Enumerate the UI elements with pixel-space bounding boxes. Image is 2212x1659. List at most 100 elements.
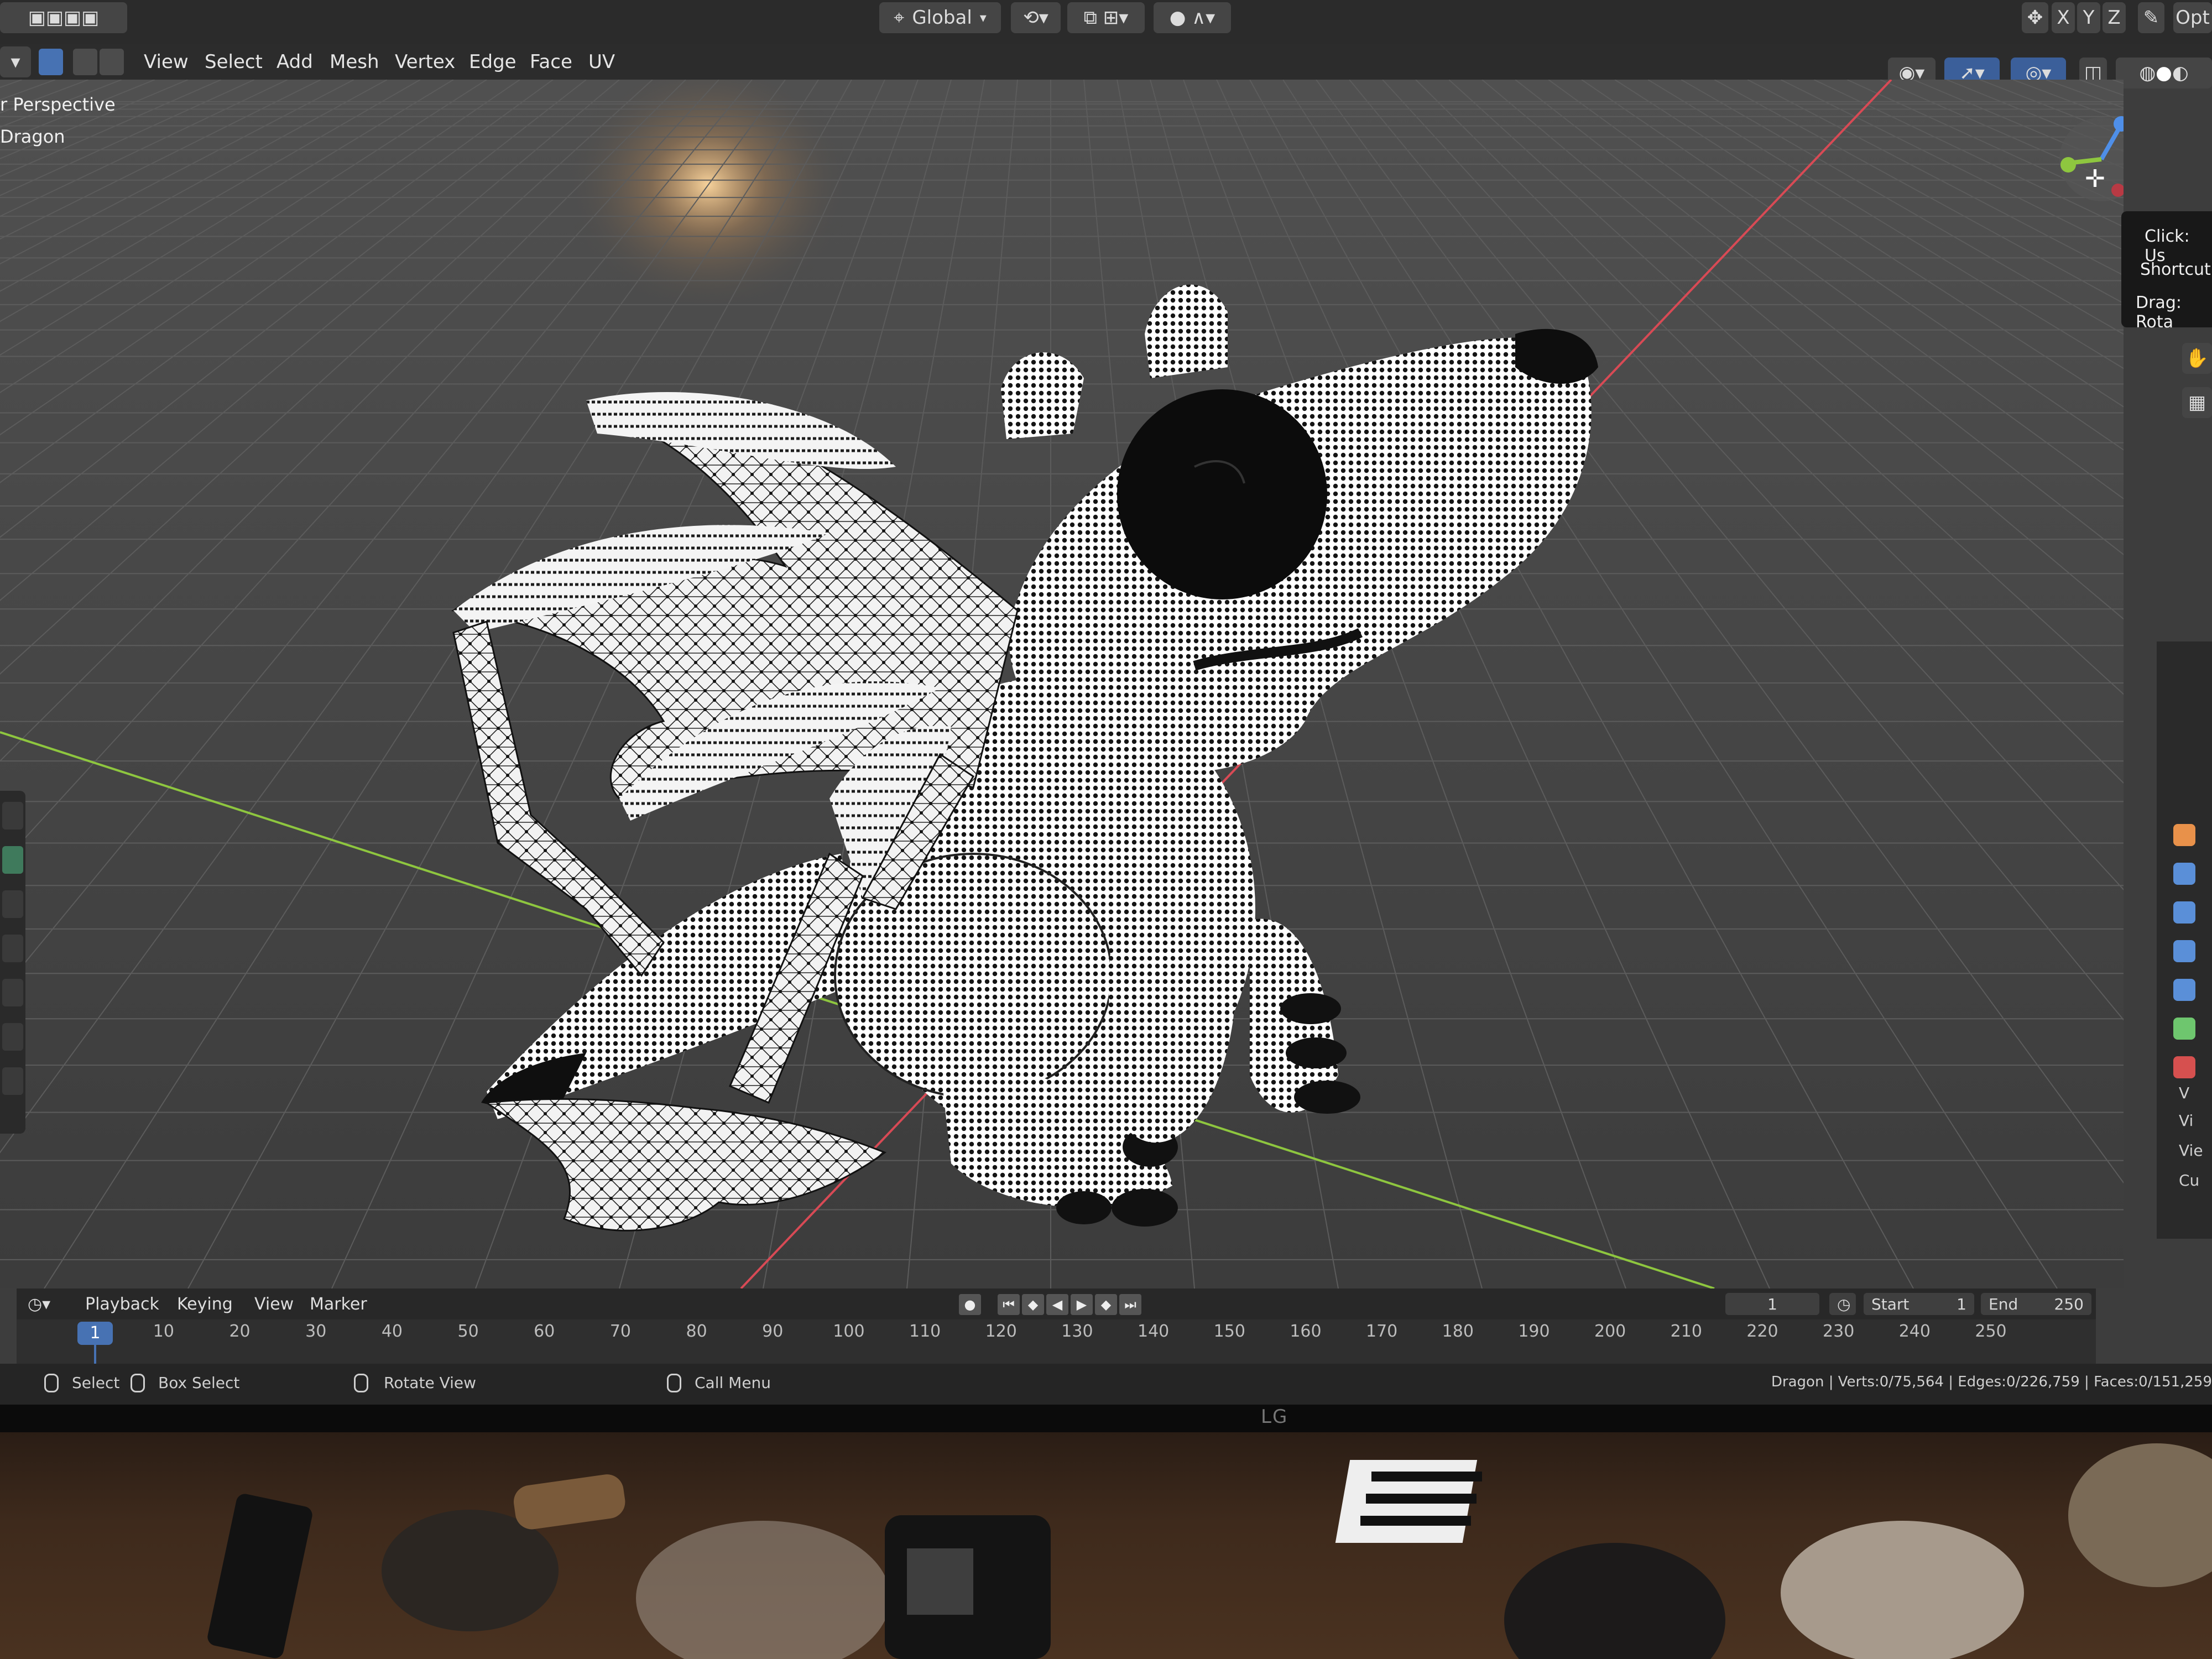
menu-view[interactable]: View [138, 46, 194, 77]
particles-properties-icon[interactable] [2173, 901, 2195, 924]
timeline-menu-keying[interactable]: Keying [177, 1293, 233, 1315]
timeline-tick-label: 200 [1594, 1322, 1626, 1341]
camera-view-icon[interactable]: ✋ [2182, 343, 2212, 374]
timeline-tick-label: 30 [305, 1322, 327, 1341]
menu-edge[interactable]: Edge [463, 46, 522, 77]
measure-tool-icon[interactable] [2, 846, 23, 874]
panel-item-3[interactable]: Vie [2179, 1141, 2203, 1160]
constraints-properties-icon[interactable] [2173, 979, 2195, 1001]
knife-tool-icon[interactable] [2, 1067, 23, 1095]
loop-cut-tool-icon[interactable] [2, 1023, 23, 1051]
panel-item-4[interactable]: Cu [2179, 1171, 2199, 1190]
menu-uv[interactable]: UV [583, 46, 620, 77]
snap-toggle[interactable]: ⧉ ⊞▾ [1067, 2, 1145, 33]
proportional-editing-toggle[interactable]: ● ∧▾ [1154, 2, 1231, 33]
timeline-tick-label: 170 [1365, 1322, 1398, 1341]
material-properties-icon[interactable] [2173, 1056, 2195, 1078]
current-frame-field[interactable]: 1 [1725, 1293, 1819, 1315]
next-keyframe-button[interactable]: ◆ [1095, 1294, 1117, 1315]
menu-face[interactable]: Face [524, 46, 578, 77]
menu-select[interactable]: Select [199, 46, 268, 77]
menu-add[interactable]: Add [271, 46, 319, 77]
mirror-x-toggle[interactable]: X [2052, 2, 2075, 33]
extrude-tool-icon[interactable] [2, 890, 23, 918]
timeline-editor: ◷▾ Playback Keying View Marker ● ⏮ ◆ ◀ ▶… [17, 1288, 2096, 1364]
gizmo-y-handle[interactable] [2060, 157, 2076, 173]
pivot-point-dropdown[interactable]: ⟲▾ [1011, 2, 1061, 33]
end-frame-label: End [1989, 1295, 2018, 1313]
monitor-bezel [0, 1405, 2212, 1432]
desk-surface [0, 1432, 2212, 1659]
timeline-tick-label: 190 [1518, 1322, 1550, 1341]
annotate-tool-icon[interactable] [2, 802, 23, 830]
shading-modes[interactable]: ◍ ● ◐ [2116, 58, 2212, 88]
tooltip-shortcut-text: Shortcut: [2140, 260, 2212, 279]
current-frame-indicator[interactable]: 1 [77, 1322, 113, 1345]
mirror-z-toggle[interactable]: Z [2103, 2, 2126, 33]
timeline-tick-label: 240 [1898, 1322, 1931, 1341]
modifier-properties-icon[interactable] [2173, 863, 2195, 885]
timeline-tick-label: 80 [686, 1322, 707, 1341]
status-call-menu: Call Menu [695, 1374, 771, 1392]
end-frame-value: 250 [2054, 1295, 2084, 1313]
timeline-tick-label: 250 [1975, 1322, 2007, 1341]
jump-start-button[interactable]: ⏮ [998, 1294, 1020, 1315]
timeline-menu-playback[interactable]: Playback [85, 1293, 159, 1315]
timeline-menu-view[interactable]: View [254, 1293, 294, 1315]
mirror-y-toggle[interactable]: Y [2077, 2, 2100, 33]
workspace-icons[interactable]: ▣▣▣▣ [0, 2, 127, 33]
timeline-tick-label: 20 [229, 1322, 251, 1341]
timeline-tick-label: 10 [153, 1322, 174, 1341]
transform-orientation-label: Global [912, 7, 972, 29]
navigation-gizmo[interactable]: ✛ [2041, 115, 2124, 215]
timeline-tick-label: 130 [1061, 1322, 1093, 1341]
playhead[interactable] [94, 1345, 96, 1364]
data-properties-icon[interactable] [2173, 1018, 2195, 1040]
edge-select-mode-icon[interactable] [73, 49, 97, 75]
status-select: Select [72, 1374, 120, 1392]
menu-vertex[interactable]: Vertex [389, 46, 461, 77]
timeline-tick-label: 60 [534, 1322, 555, 1341]
panel-item-2[interactable]: Vi [2179, 1112, 2193, 1130]
viewport-grid: r Perspective Dragon [0, 80, 2124, 1288]
panel-item-1[interactable]: V [2179, 1084, 2189, 1102]
desk-objects [207, 1443, 2212, 1659]
timeline-tick-label: 50 [457, 1322, 479, 1341]
play-button[interactable]: ▶ [1071, 1294, 1093, 1315]
add-icon: ✛ [2085, 165, 2105, 193]
view-name-label: r Perspective [0, 94, 116, 115]
monitor: ▣▣▣▣ ⌖ Global ▾ ⟲▾ ⧉ ⊞▾ ● ∧▾ ✥ X Y Z ✎ O… [0, 0, 2212, 1432]
mode-dropdown[interactable]: ▾ [0, 46, 31, 77]
timeline-tick-label: 70 [609, 1322, 632, 1341]
3d-viewport[interactable]: r Perspective Dragon ✛ [0, 80, 2124, 1288]
preview-range-toggle[interactable]: ◷ [1829, 1293, 1856, 1315]
face-select-mode-icon[interactable] [100, 49, 124, 75]
wrench-icon[interactable]: ✎ [2138, 2, 2164, 33]
menu-mesh[interactable]: Mesh [324, 46, 385, 77]
options-dropdown[interactable]: Opt [2173, 2, 2212, 33]
timeline-tick-label: 110 [909, 1322, 941, 1341]
blender-window: ▣▣▣▣ ⌖ Global ▾ ⟲▾ ⧉ ⊞▾ ● ∧▾ ✥ X Y Z ✎ O… [0, 0, 2212, 1405]
bevel-tool-icon[interactable] [2, 979, 23, 1006]
jump-end-button[interactable]: ⏭ [1119, 1294, 1141, 1315]
play-reverse-button[interactable]: ◀ [1046, 1294, 1068, 1315]
vertex-select-mode-icon[interactable] [39, 49, 63, 75]
transform-orientation-dropdown[interactable]: ⌖ Global ▾ [879, 2, 1001, 33]
transform-orientation-icon: ⌖ [894, 7, 905, 29]
prev-keyframe-button[interactable]: ◆ [1022, 1294, 1044, 1315]
object-properties-icon[interactable] [2173, 824, 2195, 846]
viewport-header: ▣▣▣▣ ⌖ Global ▾ ⟲▾ ⧉ ⊞▾ ● ∧▾ ✥ X Y Z ✎ O… [0, 0, 2212, 44]
tooltip-drag-text: Drag: Rota [2136, 293, 2182, 332]
perspective-toggle-icon[interactable]: ▦ [2182, 387, 2212, 418]
timeline-editor-type-icon[interactable]: ◷▾ [28, 1293, 50, 1315]
timeline-menu-marker[interactable]: Marker [310, 1293, 367, 1315]
start-frame-field[interactable]: Start 1 [1864, 1293, 1974, 1315]
chevron-down-icon: ▾ [979, 10, 987, 25]
record-button[interactable]: ● [959, 1294, 981, 1315]
inset-tool-icon[interactable] [2, 935, 23, 962]
timeline-tick-label: 40 [381, 1322, 403, 1341]
physics-properties-icon[interactable] [2173, 940, 2195, 962]
status-rotate-view: Rotate View [384, 1374, 477, 1392]
gizmo-icon[interactable]: ✥ [2022, 2, 2048, 33]
end-frame-field[interactable]: End 250 [1981, 1293, 2091, 1315]
